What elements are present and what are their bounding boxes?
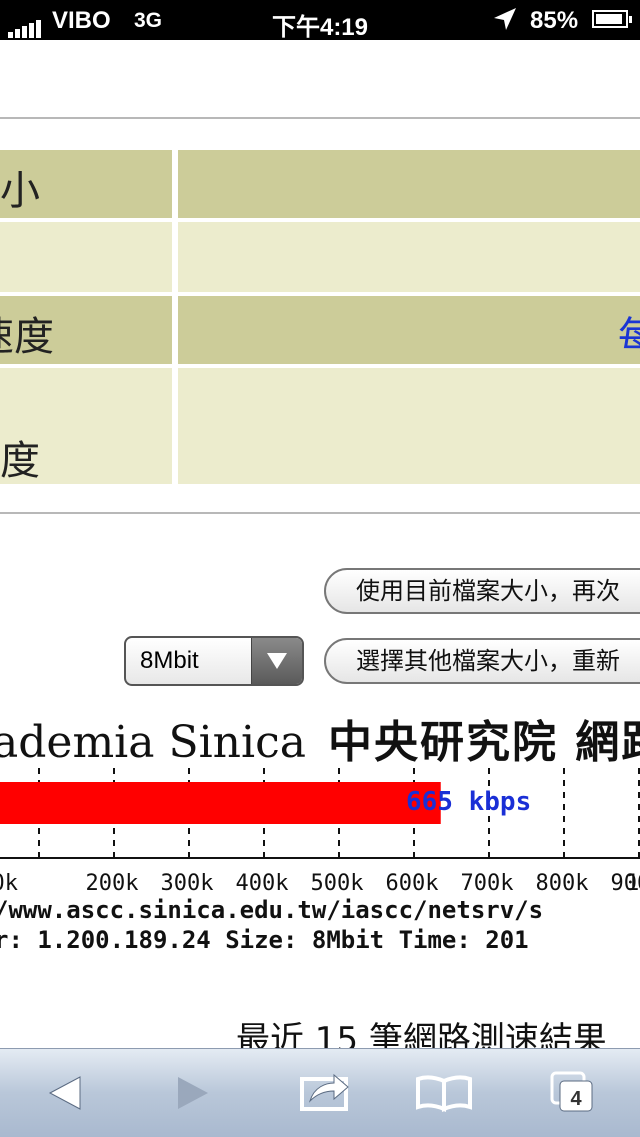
tick-label: 1 <box>626 871 639 896</box>
file-size-value: 8Mbit <box>140 647 199 674</box>
status-bar: VIBO 3G 下午4:19 85% <box>0 0 640 41</box>
tick-label: 0k <box>0 871 18 896</box>
divider <box>0 117 640 119</box>
table-row-value <box>178 222 640 292</box>
table-row-label: 小 <box>0 150 172 218</box>
bookmarks-button[interactable] <box>394 1049 494 1137</box>
tick-label: 700k <box>461 871 514 896</box>
table-row-label: 度 <box>0 368 172 484</box>
table-row-value: 每 <box>178 296 640 364</box>
speed-link[interactable]: 每 <box>618 304 640 362</box>
share-icon <box>300 1073 349 1111</box>
table-row-label: 速度 <box>0 296 172 364</box>
test-info-line: r: 1.200.189.24 Size: 8Mbit Time: 201 <box>0 926 529 954</box>
tick-label: 200k <box>86 871 139 896</box>
rerun-same-size-button[interactable]: 使用目前檔案大小，再次 <box>324 568 640 614</box>
table-row-label <box>0 222 172 292</box>
tick-label: 600k <box>386 871 439 896</box>
safari-toolbar: 4 <box>0 1048 640 1137</box>
battery-charging-icon <box>592 10 632 28</box>
chevron-down-icon <box>251 638 302 684</box>
forward-button[interactable] <box>138 1049 238 1137</box>
tabs-icon: 4 <box>550 1071 593 1112</box>
banner-english: ademia Sinica <box>0 717 306 768</box>
speed-bar <box>0 782 441 824</box>
tick-label: 300k <box>161 871 214 896</box>
forward-icon <box>178 1077 208 1109</box>
tabs-count: 4 <box>570 1088 582 1110</box>
battery-percent: 85% <box>530 7 579 34</box>
choose-other-size-button[interactable]: 選擇其他檔案大小，重新 <box>324 638 640 684</box>
share-button[interactable] <box>274 1049 374 1137</box>
back-icon <box>48 1076 81 1110</box>
tick-label: 400k <box>236 871 289 896</box>
location-arrow-icon <box>494 8 516 30</box>
tick-label: 500k <box>311 871 364 896</box>
speed-readout: 665 kbps <box>406 787 531 817</box>
divider <box>0 512 640 514</box>
file-size-select[interactable]: 8Mbit <box>124 636 304 686</box>
speed-info-table: 小 速度 每 度 <box>0 146 640 488</box>
tick-label: 800k <box>536 871 589 896</box>
test-url: /www.ascc.sinica.edu.tw/iascc/netsrv/s <box>0 896 544 924</box>
table-row-value <box>178 368 640 484</box>
table-row-value <box>178 150 640 218</box>
bookmarks-icon <box>416 1075 472 1113</box>
tabs-button[interactable]: 4 <box>524 1049 624 1137</box>
back-button[interactable] <box>14 1049 114 1137</box>
academia-sinica-banner: ademia Sinica 中央研究院 網路 <box>0 706 640 770</box>
banner-chinese: 中央研究院 網路 <box>327 717 640 768</box>
